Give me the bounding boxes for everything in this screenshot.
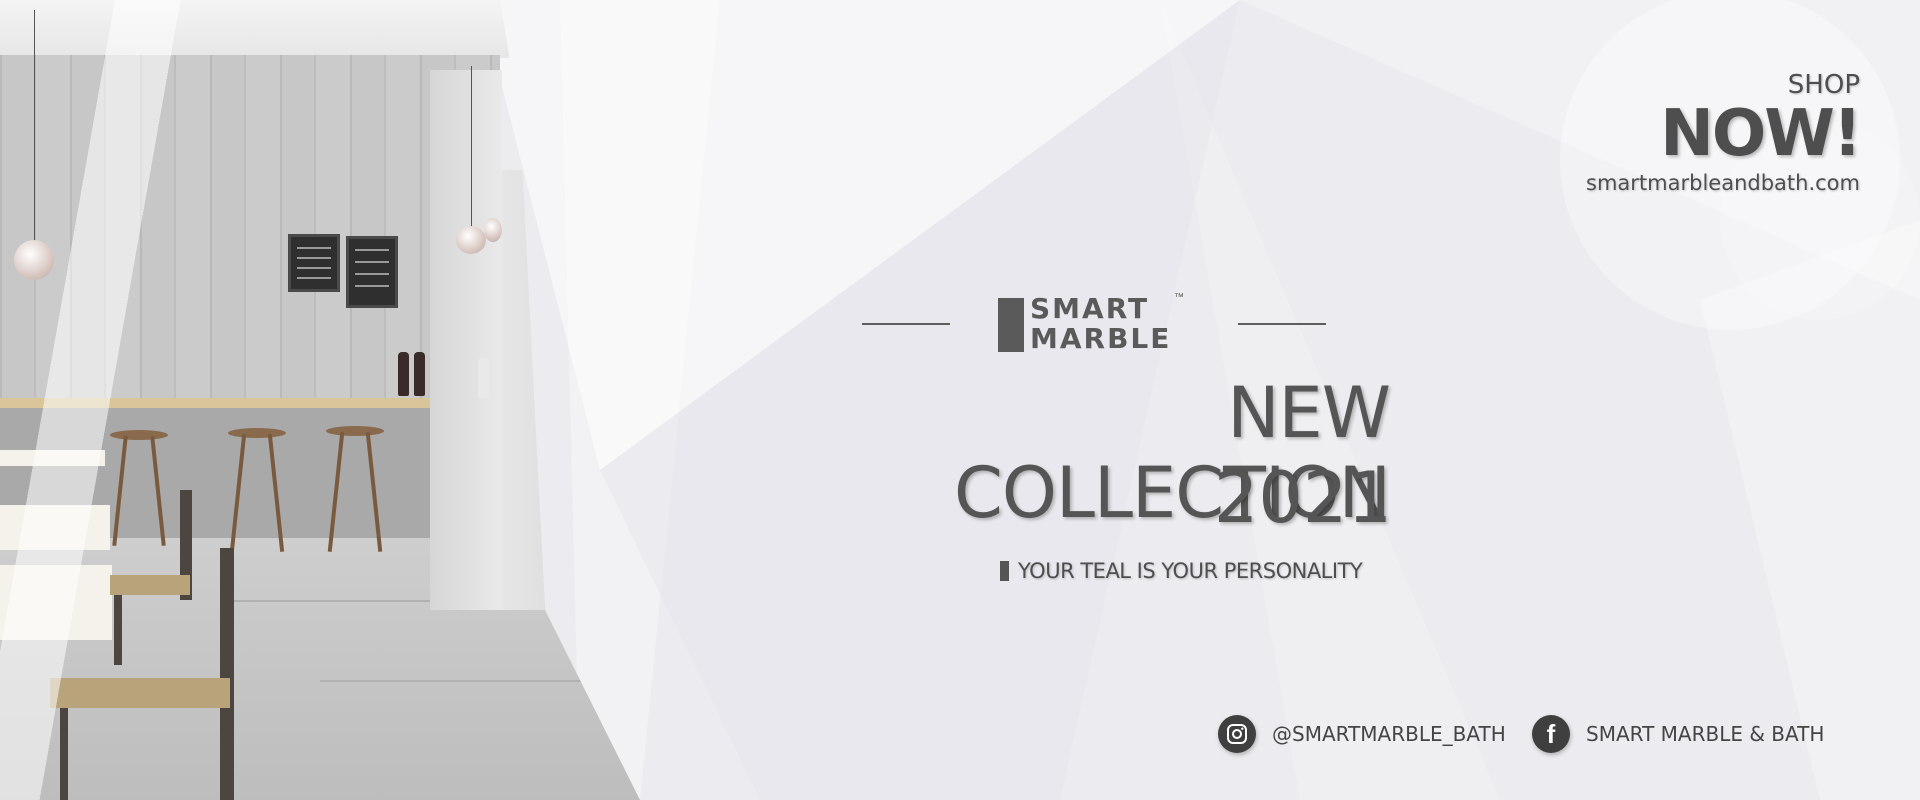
- trademark-symbol: ™: [1174, 292, 1184, 303]
- now-label: NOW!: [1660, 97, 1862, 171]
- facebook-icon: f: [1532, 715, 1570, 753]
- facebook-glyph: f: [1546, 719, 1556, 749]
- shop-label: SHOP: [1787, 70, 1860, 100]
- facebook-link[interactable]: f SMART MARBLE & BATH: [1532, 714, 1824, 754]
- website-link[interactable]: smartmarbleandbath.com: [1586, 168, 1860, 198]
- instagram-icon: [1218, 715, 1256, 753]
- logo-line-1: SMART: [1030, 292, 1150, 325]
- logo-line-2: MARBLE: [1030, 322, 1172, 355]
- decorative-rule-left: [862, 323, 950, 325]
- instagram-handle: @SMARTMARBLE_BATH: [1272, 722, 1506, 746]
- shop-now-cta[interactable]: SHOP NOW! smartmarbleandbath.com: [1586, 70, 1862, 198]
- logo-mark: [998, 298, 1024, 352]
- facebook-page-name: SMART MARBLE & BATH: [1586, 722, 1825, 746]
- instagram-link[interactable]: @SMARTMARBLE_BATH: [1218, 714, 1506, 754]
- smart-marble-logo[interactable]: SMART MARBLE ™: [998, 292, 1188, 356]
- tagline: YOUR TEAL IS YOUR PERSONALITY: [1000, 559, 1400, 583]
- headline-year: 2021: [1213, 457, 1392, 539]
- decorative-rule-right: [1238, 323, 1326, 325]
- tagline-marker: [1000, 561, 1009, 581]
- logo-wordmark: SMART MARBLE: [1030, 294, 1171, 354]
- main-content: SMART MARBLE ™ NEW COLLECTION 2021 YOUR …: [0, 0, 1920, 800]
- tagline-text: YOUR TEAL IS YOUR PERSONALITY: [1018, 559, 1363, 583]
- promo-banner: SMART MARBLE ™ NEW COLLECTION 2021 YOUR …: [0, 0, 1920, 800]
